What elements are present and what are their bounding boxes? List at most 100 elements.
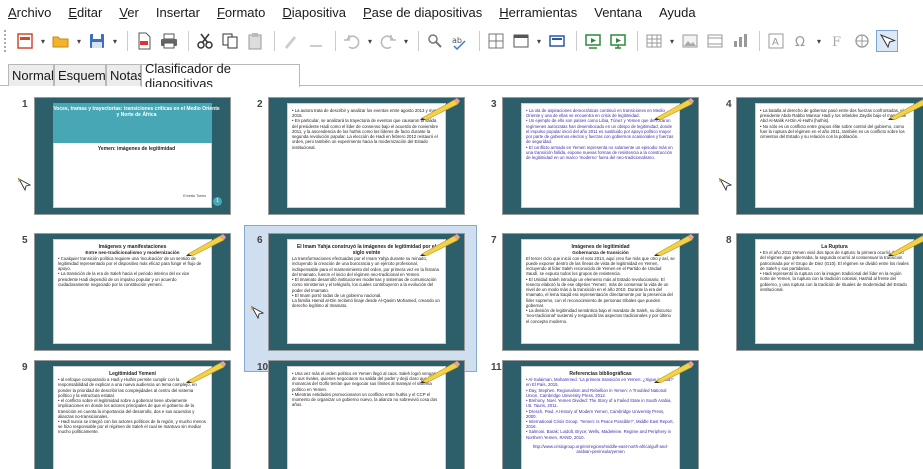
save-dropdown-icon[interactable]: ▾ bbox=[111, 30, 119, 52]
spelling-icon[interactable]: ab bbox=[449, 30, 471, 52]
redo-icon[interactable] bbox=[377, 30, 399, 52]
undo-dropdown-icon[interactable]: ▾ bbox=[366, 30, 374, 52]
slide-thumbnail[interactable]: • La autora trata de describir y analiza… bbox=[268, 97, 465, 215]
clone-formatting-icon[interactable] bbox=[280, 30, 302, 52]
menu-ayuda[interactable]: Ayuda bbox=[659, 5, 696, 20]
display-views-icon[interactable] bbox=[510, 30, 532, 52]
slide-thumbnail[interactable]: La Ruptura • En el año 2011 Yemen vivió d… bbox=[736, 233, 923, 351]
slide-transition-icon[interactable] bbox=[718, 177, 733, 192]
slide-number: 10 bbox=[257, 362, 269, 373]
pencil-decoration-icon bbox=[186, 361, 226, 383]
table-icon[interactable] bbox=[643, 30, 665, 52]
toolbar-separator bbox=[274, 31, 275, 51]
new-slide-icon[interactable] bbox=[14, 30, 36, 52]
open-dropdown-icon[interactable]: ▾ bbox=[75, 30, 83, 52]
slide-text-line: • La ola de aspiraciones democráticas co… bbox=[526, 108, 665, 119]
slide-text-line: • Un ejemplo de ello son países como Lib… bbox=[526, 118, 674, 145]
menu-editar[interactable]: Editar bbox=[68, 5, 102, 20]
toolbar-grip[interactable] bbox=[4, 30, 8, 52]
menu-archivo[interactable]: Archivo bbox=[8, 5, 51, 20]
table-dropdown-icon[interactable]: ▾ bbox=[668, 30, 676, 52]
redo-dropdown-icon[interactable]: ▾ bbox=[402, 30, 410, 52]
menu-label: iapositiva bbox=[291, 4, 346, 20]
open-folder-icon[interactable] bbox=[50, 30, 72, 52]
slide-text-line: • Dresch, Paul. A History of Modern Yeme… bbox=[526, 408, 665, 419]
menu-formato[interactable]: Formato bbox=[217, 5, 265, 20]
chart-icon[interactable] bbox=[729, 30, 751, 52]
slide-text-line: La transformaciones efectuadas por el Im… bbox=[292, 256, 439, 277]
media-icon[interactable] bbox=[704, 30, 726, 52]
fontwork-icon[interactable]: F bbox=[826, 30, 848, 52]
slide-text-line: • Una vez más el orden político en Yemen… bbox=[292, 371, 440, 392]
pencil-decoration-icon bbox=[654, 234, 694, 256]
slide-text-line: • El conflicto armado en Yemen represent… bbox=[526, 144, 673, 161]
copy-icon[interactable] bbox=[219, 30, 241, 52]
tab-clasificador[interactable]: Clasificador de diapositivas bbox=[141, 61, 300, 91]
slide-thumbnail[interactable]: • La ola de aspiraciones democráticas co… bbox=[502, 97, 699, 215]
pencil-decoration-icon bbox=[420, 361, 460, 383]
slide-text-line: • El Imamato desarrolló instituciones mo… bbox=[292, 277, 437, 293]
paste-icon[interactable] bbox=[244, 30, 266, 52]
find-replace-icon[interactable] bbox=[424, 30, 446, 52]
pencil-decoration-icon bbox=[654, 361, 694, 383]
toolbar-separator bbox=[188, 31, 189, 51]
print-icon[interactable] bbox=[158, 30, 180, 52]
pencil-decoration-icon bbox=[888, 99, 923, 120]
undo-icon[interactable] bbox=[341, 30, 363, 52]
menu-pase-de-diapositivas[interactable]: Pase de diapositivas bbox=[363, 5, 482, 20]
menu-label: rchivo bbox=[16, 4, 52, 20]
views-dropdown-icon[interactable]: ▾ bbox=[535, 30, 543, 52]
menu-herramientas[interactable]: Herramientas bbox=[499, 5, 577, 20]
save-icon[interactable] bbox=[86, 30, 108, 52]
menu-label: ditar bbox=[77, 4, 103, 20]
menu-ventana[interactable]: Ventana bbox=[594, 5, 642, 20]
special-character-icon[interactable]: Ω bbox=[790, 30, 812, 52]
hyperlink-icon[interactable] bbox=[851, 30, 873, 52]
tab-normal[interactable]: Normal bbox=[8, 64, 54, 86]
slide-transition-icon[interactable] bbox=[17, 177, 32, 192]
menu-insertar[interactable]: Insertar bbox=[156, 5, 200, 20]
special-character-dropdown-icon[interactable]: ▾ bbox=[815, 30, 823, 52]
master-slide-icon[interactable] bbox=[546, 30, 568, 52]
slide-text-line: • En el año 2011 Yemen vivió dos tipos d… bbox=[760, 250, 909, 271]
menu-mnemonic: H bbox=[499, 4, 509, 20]
slide-thumbnail[interactable]: • La batalla al derecho de gobernar pasó… bbox=[736, 97, 923, 215]
slide-body: • La autora trata de describir y analiza… bbox=[292, 108, 441, 150]
slide-thumbnail[interactable]: El Imam Yahja construyó la imágenes de l… bbox=[268, 233, 465, 351]
export-pdf-icon[interactable] bbox=[133, 30, 155, 52]
slide-thumbnail[interactable]: Imágenes de legitimidad Gobernanza de tra… bbox=[502, 233, 699, 351]
toggle-extrusion-icon[interactable] bbox=[876, 30, 898, 52]
slide-thumbnail[interactable]: Imágenes y manifestaciones Entre neo-trad… bbox=[34, 233, 231, 351]
slide-text-line: • La transición de la era de Saleh hacia… bbox=[58, 271, 190, 287]
slide-number: 8 bbox=[726, 235, 732, 246]
slide-text-line: • al enfoque comparando a Hadi y Huthis … bbox=[58, 377, 197, 398]
slide-text-line: • Salmoni, Barak; Loidolt, Bryce; Wells,… bbox=[526, 429, 671, 440]
start-first-slide-icon[interactable] bbox=[582, 30, 604, 52]
start-current-slide-icon[interactable] bbox=[607, 30, 629, 52]
tab-notas[interactable]: Notas bbox=[106, 64, 144, 86]
slide-author: Ernesto Torres bbox=[183, 194, 206, 198]
slide-text-line: • La autora trata de describir y analiza… bbox=[292, 108, 441, 119]
clear-formatting-icon[interactable] bbox=[305, 30, 327, 52]
slide-thumbnail[interactable]: • Una vez más el orden político en Yemen… bbox=[268, 360, 465, 469]
tab-esquema[interactable]: Esquema bbox=[54, 64, 113, 86]
new-dropdown-icon[interactable]: ▾ bbox=[39, 30, 47, 52]
text-box-icon[interactable]: A bbox=[765, 30, 787, 52]
cut-icon[interactable] bbox=[194, 30, 216, 52]
slide-thumbnail[interactable]: Referencias bibliográficas • Al-Sulaiman,… bbox=[502, 360, 699, 469]
menu-ver[interactable]: Ver bbox=[119, 5, 139, 20]
slide-number: 6 bbox=[257, 235, 263, 246]
slide-thumbnail[interactable]: Voces, tramas y trayectorias: transicion… bbox=[34, 97, 231, 215]
slide-body: • Una vez más el orden político en Yemen… bbox=[292, 371, 441, 408]
slide-transition-icon[interactable] bbox=[250, 305, 265, 320]
slide-sorter-pane: 1 Voces, tramas y trayectorias: transicio… bbox=[0, 87, 923, 469]
slide-text-line: • En particular, se analizará la trayect… bbox=[292, 118, 439, 150]
display-grid-icon[interactable] bbox=[485, 30, 507, 52]
standard-toolbar: ▾ ▾ ▾ ▾ ▾ ab ▾ ▾ A Ω ▾ F bbox=[0, 24, 923, 58]
image-icon[interactable] bbox=[679, 30, 701, 52]
slide-text-line: • No sólo es un conflicto entre grupos é… bbox=[760, 123, 905, 140]
slide-thumbnail[interactable]: Legitimidad Yemení • al enfoque comparand… bbox=[34, 360, 231, 469]
menu-diapositiva[interactable]: Diapositiva bbox=[282, 5, 346, 20]
slide-title: Voces, tramas y trayectorias: transicion… bbox=[53, 106, 220, 119]
menu-mnemonic: P bbox=[362, 4, 372, 20]
